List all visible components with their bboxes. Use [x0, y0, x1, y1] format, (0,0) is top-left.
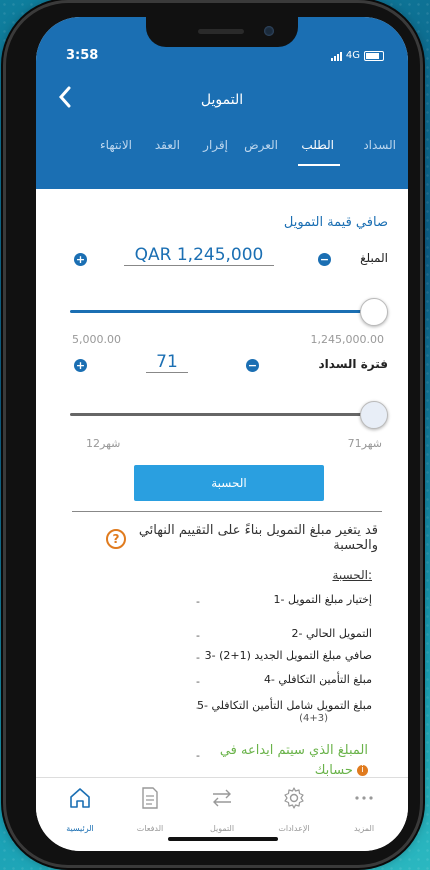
signal-icon	[330, 51, 342, 61]
app-screen: 3:58 4G التمويل السداد الطلب العرض إقرار…	[36, 17, 408, 851]
tab-completion[interactable]: الانتهاء	[100, 138, 132, 152]
camera-icon	[264, 26, 274, 36]
nav-settings[interactable]: الإعدادات	[258, 778, 330, 838]
plus-icon: +	[75, 359, 86, 372]
tab-contract[interactable]: العقد	[155, 138, 180, 152]
increase-amount-button[interactable]: +	[74, 253, 87, 266]
nav-payments[interactable]: الدفعات	[114, 778, 186, 838]
amount-input[interactable]: QAR 1,245,000	[124, 245, 274, 266]
nav-home[interactable]: الرئيسية	[44, 778, 116, 838]
tab-declaration[interactable]: إقرار	[203, 138, 228, 152]
nav-label: المزيد	[353, 824, 375, 833]
nav-label: الدفعات	[136, 824, 164, 833]
more-icon	[355, 796, 373, 800]
info-icon[interactable]: i	[357, 765, 368, 776]
status-time: 3:58	[66, 48, 99, 63]
amount-max-label: 1,245,000.00	[310, 333, 384, 346]
calc-row-label: 5- مبلغ التمويل شامل التأمين التكافلي	[197, 699, 372, 712]
divider	[72, 511, 382, 512]
network-type: 4G	[345, 50, 360, 61]
tab-payment[interactable]: السداد	[363, 138, 396, 152]
calc-row-label: 1- إختيار مبلغ التمويل	[273, 593, 373, 606]
nav-label: التمويل	[209, 824, 235, 833]
calc-row-label: 3- صافي مبلغ التمويل الجديد (1+2)	[204, 649, 372, 662]
notice-text: قد يتغير مبلغ التمويل بناءً على التقييم …	[138, 523, 378, 553]
period-input[interactable]: 71	[146, 352, 188, 373]
deposit-label: المبلغ الذي سيتم ايداعه في حسابك	[219, 743, 368, 778]
calc-row-sub: (4+3)	[299, 713, 328, 724]
section-title: صافي قيمة التمويل	[283, 215, 388, 230]
calc-heading: الحسبة:	[332, 568, 372, 582]
speaker	[198, 29, 244, 34]
amount-slider-thumb[interactable]	[360, 298, 388, 326]
calc-row-value: -	[196, 629, 200, 642]
period-label: فترة السداد	[318, 357, 388, 371]
notch	[146, 17, 298, 47]
calc-row-value: -	[196, 595, 200, 608]
nav-more[interactable]: المزيد	[328, 778, 400, 838]
gear-icon	[284, 787, 304, 809]
page-title: التمويل	[200, 92, 244, 108]
calc-row-value: -	[196, 749, 200, 762]
transfer-icon	[213, 789, 231, 807]
home-indicator	[168, 837, 278, 841]
amount-slider[interactable]	[70, 310, 380, 313]
increase-period-button[interactable]: +	[74, 359, 87, 372]
calc-row-value: -	[196, 675, 200, 688]
calc-row-value: -	[196, 701, 200, 714]
question-icon[interactable]: ?	[106, 529, 126, 549]
document-icon	[142, 787, 158, 809]
calculate-button[interactable]: الحسبة	[134, 465, 324, 501]
home-icon	[70, 788, 90, 808]
plus-icon: +	[75, 253, 86, 266]
nav-label: الرئيسية	[66, 824, 94, 833]
calc-row-value: -	[196, 651, 200, 664]
calc-row-label: 4- مبلغ التأمين التكافلي	[263, 673, 372, 686]
period-slider[interactable]	[70, 413, 380, 416]
decrease-period-button[interactable]: −	[246, 359, 259, 372]
period-max-label: 71شهر	[347, 437, 382, 450]
active-tab-indicator	[298, 164, 340, 166]
minus-icon: −	[319, 253, 330, 266]
nav-financing[interactable]: التمويل	[186, 778, 258, 838]
minus-icon: −	[247, 359, 258, 372]
amount-min-label: 5,000.00	[72, 333, 121, 346]
period-slider-thumb[interactable]	[360, 401, 388, 429]
step-tabs: السداد الطلب العرض إقرار العقد الانتهاء	[36, 138, 408, 170]
amount-label: المبلغ	[360, 251, 388, 265]
tab-request[interactable]: الطلب	[301, 138, 334, 152]
tab-offer[interactable]: العرض	[244, 138, 278, 152]
calc-row-label: 2- التمويل الحالي	[291, 627, 372, 640]
nav-label: الإعدادات	[278, 824, 310, 833]
status-indicators: 4G	[330, 50, 384, 61]
deposit-text: المبلغ الذي سيتم ايداعه في حسابك i	[218, 741, 368, 781]
battery-icon	[364, 50, 384, 61]
decrease-amount-button[interactable]: −	[318, 253, 331, 266]
phone-frame: 3:58 4G التمويل السداد الطلب العرض إقرار…	[6, 3, 420, 865]
period-min-label: 12شهر	[86, 437, 121, 450]
